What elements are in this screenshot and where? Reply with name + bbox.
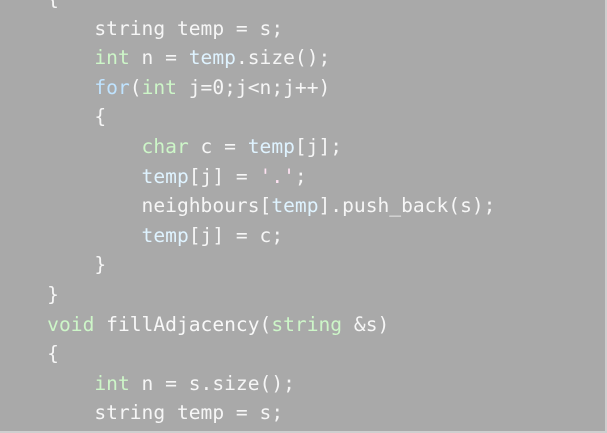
code-token: } [0,253,107,277]
code-token: temp [247,134,295,158]
code-token: { [0,105,107,129]
code-token: '.' [259,164,295,188]
code-line: void fillAdjacency(string &s) [0,310,605,340]
code-token: } [0,282,59,306]
code-line: string temp = s; [0,398,605,428]
code-line: { [0,102,605,132]
code-token: string temp = s; [0,16,284,40]
code-token: { [0,0,59,10]
code-token: int [0,371,130,395]
code-token: n = [129,46,189,70]
code-token: ; [294,164,307,188]
code-token: char [0,134,189,158]
code-line: } [0,280,605,310]
code-token: n = s.size(); [129,371,295,395]
code-token: int [141,75,177,99]
code-token: string temp = s; [0,401,284,425]
code-token: [j] = c; [188,223,284,247]
code-token: &s) [342,312,390,336]
code-token: c = [188,134,248,158]
code-token: .size(); [235,46,331,70]
code-line: string temp = s; [0,14,605,44]
code-token: temp [188,46,236,70]
code-line: { [0,0,605,14]
code-line: } [0,250,605,280]
code-token: [j] = [188,164,260,188]
code-line: neighbours[temp].push_back(s); [0,191,605,221]
code-token: neighbours[ [0,194,272,218]
code-token: temp [0,223,189,247]
code-screenshot: { string temp = s; int n = temp.size(); … [0,0,607,433]
code-line: int n = temp.size(); [0,43,605,73]
code-line: temp[j] = '.'; [0,162,605,192]
code-token: int [0,46,130,70]
code-block: { string temp = s; int n = temp.size(); … [0,0,605,428]
code-line: temp[j] = c; [0,221,605,251]
code-token: string [271,312,343,336]
code-token: for [0,75,130,99]
code-line: int n = s.size(); [0,369,605,399]
code-token: ( [259,312,272,336]
code-token: ( [129,75,142,99]
code-token: { [0,342,59,366]
code-token: fillAdjacency [106,312,260,336]
code-token: j=0;j<n;j++) [176,75,331,99]
code-token: [j]; [294,134,343,158]
code-line: { [0,339,605,369]
code-token: temp [271,194,319,218]
code-token: void [0,312,95,336]
code-token: temp [0,164,189,188]
code-line: for(int j=0;j<n;j++) [0,73,605,103]
code-line: char c = temp[j]; [0,132,605,162]
code-token: ].push_back(s); [318,194,496,218]
